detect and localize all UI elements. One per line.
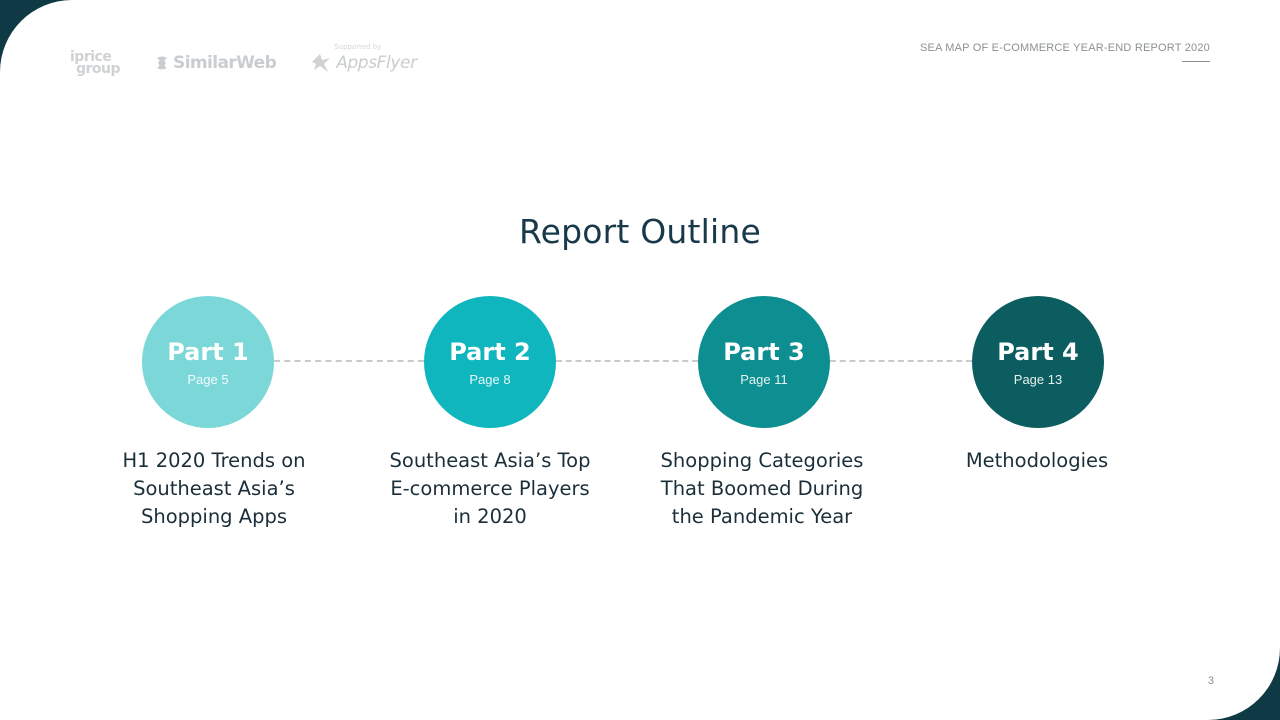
part-4-circle[interactable]: Part 4 Page 13 bbox=[972, 296, 1104, 428]
appsflyer-icon bbox=[312, 54, 331, 72]
similarweb-logo: SimilarWeb bbox=[154, 53, 277, 73]
part-3-page: Page 11 bbox=[740, 371, 788, 387]
partner-logos: iprice group SimilarWeb Supported by App… bbox=[70, 43, 417, 80]
part-2-circle[interactable]: Part 2 Page 8 bbox=[424, 296, 556, 428]
part-4-description: Methodologies bbox=[965, 449, 1109, 472]
part-3-description: Shopping Categories That Boomed During t… bbox=[660, 449, 864, 528]
connector-line-3-4 bbox=[830, 360, 972, 362]
part-2-label: Part 2 bbox=[449, 337, 531, 366]
iprice-group-logo: iprice group bbox=[70, 49, 121, 77]
page-title: Report Outline bbox=[518, 212, 762, 251]
connector-line-2-3 bbox=[556, 360, 698, 362]
report-title: SEA MAP OF E-COMMERCE YEAR-END REPORT 20… bbox=[920, 42, 1210, 54]
connector-line-1-2 bbox=[274, 360, 424, 362]
part-3-label: Part 3 bbox=[723, 337, 805, 366]
part-1-description: H1 2020 Trends on Southeast Asia’s Shopp… bbox=[122, 449, 306, 528]
part-2-page: Page 8 bbox=[469, 371, 511, 387]
part-1-page: Page 5 bbox=[187, 371, 229, 387]
slide: iprice group SimilarWeb Supported by App… bbox=[0, 0, 1280, 720]
page-number: 3 bbox=[1207, 675, 1214, 687]
part-3-circle[interactable]: Part 3 Page 11 bbox=[698, 296, 830, 428]
part-4-label: Part 4 bbox=[997, 337, 1079, 366]
part-2-description: Southeast Asia’s Top E-commerce Players … bbox=[389, 449, 591, 528]
part-1-label: Part 1 bbox=[167, 337, 249, 366]
similarweb-icon bbox=[157, 56, 168, 70]
supported-by-label: Supported by bbox=[334, 43, 382, 51]
part-4-page: Page 13 bbox=[1013, 371, 1063, 387]
header-underline bbox=[1182, 61, 1210, 62]
appsflyer-logo: Supported by AppsFlyer bbox=[310, 43, 417, 74]
part-1-circle[interactable]: Part 1 Page 5 bbox=[142, 296, 274, 428]
